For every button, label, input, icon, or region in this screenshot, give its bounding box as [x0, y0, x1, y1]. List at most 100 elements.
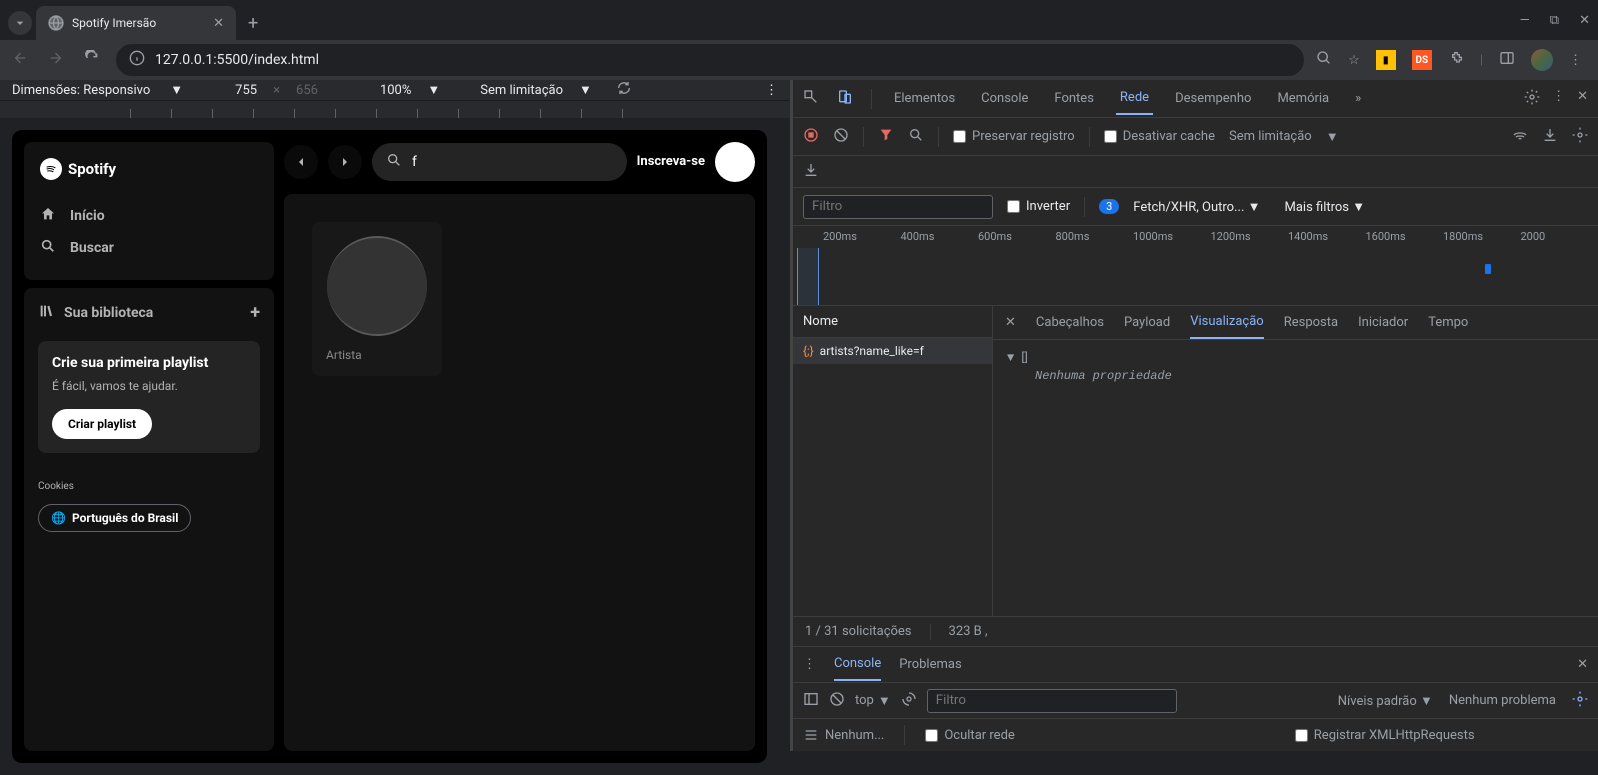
no-property-text: Nenhuma propriedade — [1035, 369, 1584, 383]
throttle-select[interactable]: Sem limitação — [480, 83, 563, 98]
console-settings-icon[interactable] — [1572, 691, 1588, 711]
search-input[interactable] — [412, 154, 613, 170]
tab-preview[interactable]: Visualização — [1190, 306, 1264, 339]
drawer-console-tab[interactable]: Console — [834, 648, 881, 681]
dimensions-label[interactable]: Dimensões: Responsivo — [12, 83, 150, 98]
close-window-button[interactable]: ✕ — [1579, 13, 1590, 28]
devtools-menu[interactable]: ⋮ — [1552, 89, 1565, 109]
spotify-logo[interactable]: Spotify — [40, 158, 258, 180]
network-settings-icon[interactable] — [1572, 127, 1588, 147]
profile-avatar[interactable] — [1531, 49, 1553, 71]
viewport-height[interactable]: 656 — [296, 83, 318, 98]
live-expression-icon[interactable] — [901, 691, 917, 711]
throttle-select[interactable]: Sem limitação — [1229, 129, 1312, 144]
search-box[interactable] — [372, 143, 627, 181]
device-menu[interactable]: ⋮ — [765, 83, 778, 98]
create-playlist-button[interactable]: Criar playlist — [52, 409, 152, 439]
menu-button[interactable]: ⋮ — [1569, 53, 1582, 68]
tab-initiator[interactable]: Iniciador — [1358, 307, 1408, 338]
close-drawer[interactable]: ✕ — [1577, 657, 1588, 672]
extensions-icon[interactable] — [1448, 50, 1464, 70]
spotify-icon — [40, 158, 62, 180]
console-filter-input[interactable] — [927, 689, 1177, 713]
tab-network[interactable]: Rede — [1116, 82, 1153, 115]
transfer-size: 323 B , — [949, 624, 988, 639]
close-devtools[interactable]: ✕ — [1577, 89, 1588, 109]
reload-button[interactable] — [80, 46, 104, 74]
tab-elements[interactable]: Elementos — [890, 83, 959, 114]
clear-button[interactable] — [833, 127, 849, 147]
import-icon[interactable] — [1542, 127, 1558, 147]
minimize-button[interactable]: — — [1520, 13, 1530, 28]
log-xhr-checkbox[interactable]: Registrar XMLHttpRequests — [1295, 728, 1475, 743]
search-icon — [40, 238, 56, 258]
disable-cache-checkbox[interactable]: Desativar cache — [1104, 129, 1215, 144]
drawer-problems-tab[interactable]: Problemas — [899, 649, 961, 680]
ruler — [0, 100, 790, 118]
download-icon[interactable] — [803, 162, 819, 182]
tab-payload[interactable]: Payload — [1124, 307, 1170, 338]
extension-2-icon[interactable]: DS — [1412, 50, 1432, 70]
search-network-icon[interactable] — [908, 127, 924, 147]
browser-tab[interactable]: Spotify Imersão ✕ — [36, 6, 236, 40]
network-conditions-icon[interactable] — [1512, 127, 1528, 147]
tab-sources[interactable]: Fontes — [1050, 83, 1098, 114]
hide-network-checkbox[interactable]: Ocultar rede — [925, 728, 1014, 743]
page-forward-button[interactable] — [328, 145, 362, 179]
tab-performance[interactable]: Desempenho — [1171, 83, 1255, 114]
forward-button[interactable] — [44, 46, 68, 74]
close-icon[interactable]: ✕ — [213, 16, 224, 31]
globe-icon — [48, 15, 64, 31]
login-button[interactable] — [715, 142, 755, 182]
maximize-button[interactable]: ⧉ — [1550, 13, 1559, 28]
back-button[interactable] — [8, 46, 32, 74]
clear-console-icon[interactable] — [829, 691, 845, 711]
zoom-icon[interactable] — [1316, 50, 1332, 70]
context-select[interactable]: top ▼ — [855, 693, 891, 709]
tab-response[interactable]: Resposta — [1284, 307, 1338, 338]
artist-card[interactable]: Artista — [312, 222, 442, 376]
url-text: 127.0.0.1:5500/index.html — [155, 52, 1291, 68]
drawer-menu[interactable]: ⋮ — [803, 657, 816, 672]
preserve-log-checkbox[interactable]: Preservar registro — [953, 129, 1075, 144]
bookmark-icon[interactable]: ☆ — [1348, 53, 1360, 68]
card-subtitle: É fácil, vamos te ajudar. — [52, 379, 246, 393]
new-tab-button[interactable]: + — [248, 13, 258, 34]
device-toggle-icon[interactable] — [837, 89, 853, 109]
tab-timing[interactable]: Tempo — [1428, 307, 1468, 338]
side-panel-icon[interactable] — [1499, 50, 1515, 70]
tab-headers[interactable]: Cabeçalhos — [1036, 307, 1104, 338]
signup-link[interactable]: Inscreva-se — [637, 154, 705, 170]
console-sidebar-icon[interactable] — [803, 691, 819, 711]
language-button[interactable]: 🌐Português do Brasil — [38, 504, 191, 532]
type-filter[interactable]: Fetch/XHR, Outro... ▼ — [1133, 199, 1260, 215]
url-bar[interactable]: 127.0.0.1:5500/index.html — [116, 44, 1304, 76]
tab-dropdown[interactable] — [8, 11, 32, 35]
tab-memory[interactable]: Memória — [1273, 83, 1333, 114]
tab-more[interactable]: » — [1351, 83, 1365, 114]
record-button[interactable] — [803, 127, 819, 147]
viewport-width[interactable]: 755 — [235, 83, 257, 98]
request-row[interactable]: {;} artists?name_like=f — [793, 338, 992, 364]
rotate-icon[interactable] — [616, 80, 632, 100]
more-filters[interactable]: Mais filtros ▼ — [1284, 199, 1365, 215]
inspect-icon[interactable] — [803, 89, 819, 109]
log-levels[interactable]: Níveis padrão ▼ — [1338, 693, 1433, 709]
messages-icon[interactable]: Nenhum... — [803, 727, 884, 743]
settings-icon[interactable] — [1524, 89, 1540, 109]
add-library-button[interactable]: + — [250, 302, 260, 323]
extension-1-icon[interactable]: ▮ — [1376, 50, 1396, 70]
network-timeline[interactable]: 200ms 400ms 600ms 800ms 1000ms 1200ms 14… — [793, 226, 1598, 306]
cookies-link[interactable]: Cookies — [38, 481, 260, 492]
tab-console[interactable]: Console — [977, 83, 1032, 114]
nav-search[interactable]: Buscar — [40, 232, 258, 264]
library-header[interactable]: Sua biblioteca + — [38, 302, 260, 323]
network-filter-input[interactable] — [803, 195, 993, 219]
page-back-button[interactable] — [284, 145, 318, 179]
close-detail[interactable]: ✕ — [1005, 315, 1016, 330]
filter-icon[interactable] — [878, 127, 894, 147]
zoom-select[interactable]: 100% — [380, 83, 411, 98]
invert-checkbox[interactable]: Inverter — [1007, 199, 1070, 214]
nav-home[interactable]: Início — [40, 200, 258, 232]
name-column-header[interactable]: Nome — [793, 306, 992, 338]
